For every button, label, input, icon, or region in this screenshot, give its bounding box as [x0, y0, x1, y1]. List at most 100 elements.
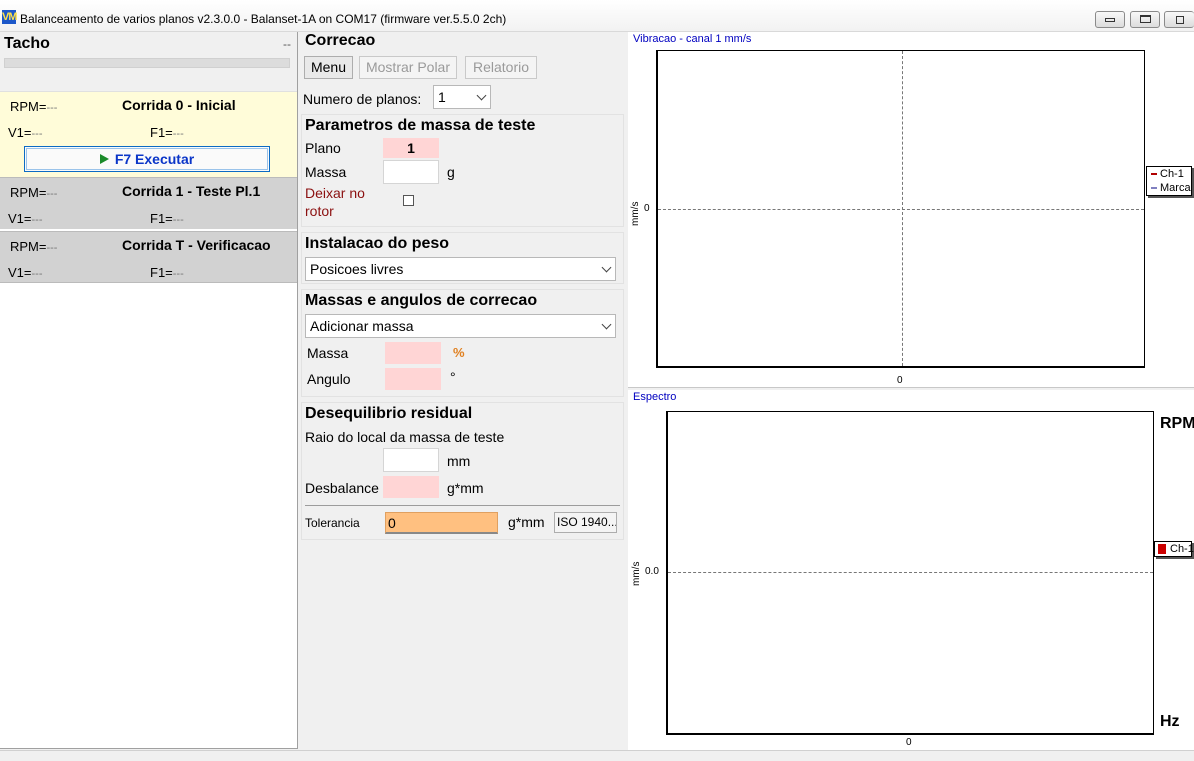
chevron-down-icon	[601, 262, 612, 273]
execute-label: F7 Executar	[114, 151, 195, 167]
vibration-x-tick: 0	[897, 375, 903, 386]
planes-select-value: 1	[438, 89, 446, 105]
chevron-down-icon	[601, 319, 612, 330]
plane-value: 1	[383, 138, 439, 158]
run-t-f1: F1=---	[150, 265, 184, 280]
legend-swatch	[1151, 173, 1157, 175]
show-polar-button[interactable]: Mostrar Polar	[359, 56, 457, 79]
menu-button[interactable]: Menu	[304, 56, 353, 79]
run-t-block[interactable]: RPM=--- Corrida T - Verificacao V1=--- F…	[0, 231, 297, 283]
run-0-v1: V1=---	[8, 125, 43, 140]
minimize-button[interactable]	[1095, 11, 1125, 28]
maximize-icon	[1139, 15, 1151, 23]
run-1-f1: F1=---	[150, 211, 184, 226]
window-title: Balanceamento de varios planos v2.3.0.0 …	[20, 12, 507, 26]
residual-separator	[305, 505, 620, 506]
play-icon	[99, 154, 109, 164]
correction-angle-value	[385, 368, 441, 390]
test-mass-input[interactable]	[383, 160, 439, 184]
vibration-y-label: mm/s	[630, 201, 641, 226]
planes-label: Numero de planos:	[303, 91, 422, 107]
residual-unbalance-group: Desequilibrio residual Raio do local da …	[301, 402, 624, 540]
legend-item-ch1: Ch-1	[1155, 542, 1194, 556]
spectrum-rpm-label: RPM	[1160, 415, 1194, 432]
run-1-title: Corrida 1 - Teste Pl.1	[122, 183, 261, 199]
run-1-v1: V1=---	[8, 211, 43, 226]
spectrum-legend: Ch-1	[1154, 541, 1194, 557]
vibration-zero-gridline	[658, 209, 1144, 210]
correction-angle-label: Angulo	[307, 371, 351, 387]
radius-unit: mm	[447, 453, 471, 469]
unbalance-value	[383, 476, 439, 498]
tolerance-label: Tolerancia	[305, 516, 360, 530]
tolerance-input[interactable]: 0	[385, 512, 498, 534]
chevron-down-icon	[476, 90, 487, 101]
status-bar	[0, 750, 1194, 761]
legend-swatch	[1158, 544, 1166, 554]
vibration-y-tick: 0	[644, 203, 650, 214]
runs-panel: Tacho -- RPM=--- Corrida 0 - Inicial V1=…	[0, 32, 298, 749]
unbalance-unit: g*mm	[447, 480, 484, 496]
execute-button[interactable]: F7 Executar	[24, 146, 270, 172]
correction-mass-value	[385, 342, 441, 364]
radius-label: Raio do local da massa de teste	[305, 429, 505, 445]
spectrum-y-label: mm/s	[631, 561, 642, 586]
legend-item-ch1: Ch-1	[1147, 167, 1191, 181]
spectrum-y-tick: 0.0	[645, 566, 659, 577]
report-button[interactable]: Relatorio	[465, 56, 537, 79]
vibration-chart-title: Vibracao - canal 1 mm/s	[633, 33, 752, 45]
radius-input[interactable]	[383, 448, 439, 472]
close-button[interactable]	[1164, 11, 1194, 28]
run-t-rpm: RPM=---	[10, 239, 58, 254]
tacho-title: Tacho	[4, 35, 50, 52]
run-0-block[interactable]: RPM=--- Corrida 0 - Inicial V1=--- F1=--…	[0, 91, 297, 177]
legend-item-marca: Marca	[1147, 181, 1191, 195]
test-mass-group: Parametros de massa de teste Plano 1 Mas…	[301, 114, 624, 227]
tacho-header: Tacho --	[0, 32, 297, 92]
test-mass-title: Parametros de massa de teste	[305, 117, 536, 134]
title-bar: VM Balanceamento de varios planos v2.3.0…	[0, 0, 1194, 32]
vibration-center-gridline	[902, 51, 903, 366]
correction-mass-unit: %	[453, 345, 465, 360]
correction-mass-label: Massa	[307, 345, 349, 361]
weight-install-value: Posicoes livres	[310, 261, 404, 277]
leave-on-rotor-label-1: Deixar no	[305, 185, 365, 201]
leave-on-rotor-label-2: rotor	[305, 203, 334, 219]
spectrum-chart: Espectro mm/s 0.0 0 RPM Hz Ch-1	[628, 390, 1194, 750]
residual-title: Desequilibrio residual	[305, 405, 473, 422]
weight-install-select[interactable]: Posicoes livres	[305, 257, 616, 281]
run-0-f1: F1=---	[150, 125, 184, 140]
test-mass-unit: g	[447, 164, 455, 180]
minimize-icon	[1105, 18, 1115, 22]
run-0-rpm: RPM=---	[10, 99, 58, 114]
run-t-title: Corrida T - Verificacao	[122, 237, 271, 253]
correction-masses-group: Massas e angulos de correcao Adicionar m…	[301, 289, 624, 397]
correction-panel: Correcao Menu Mostrar Polar Relatorio Nu…	[299, 32, 627, 749]
planes-select[interactable]: 1	[433, 85, 491, 109]
run-0-title: Corrida 0 - Inicial	[122, 97, 236, 113]
spectrum-x-tick: 0	[906, 737, 912, 748]
spectrum-zero-gridline	[668, 572, 1153, 573]
iso-1940-button[interactable]: ISO 1940...	[554, 512, 617, 533]
correction-mode-select[interactable]: Adicionar massa	[305, 314, 616, 338]
vibration-chart: Vibracao - canal 1 mm/s mm/s 0 0 Ch-1 Ma…	[628, 32, 1194, 387]
plane-label: Plano	[305, 140, 341, 156]
leave-on-rotor-checkbox[interactable]	[403, 195, 414, 206]
maximize-button[interactable]	[1130, 11, 1160, 28]
correction-angle-unit: °	[450, 369, 456, 385]
app-icon: VM	[2, 10, 18, 24]
unbalance-label: Desbalance	[305, 480, 379, 496]
test-mass-label: Massa	[305, 164, 347, 180]
legend-swatch	[1151, 187, 1157, 189]
tacho-value: --	[283, 37, 291, 51]
vibration-plot-area	[656, 50, 1145, 368]
spectrum-hz-label: Hz	[1160, 713, 1180, 730]
spectrum-plot-area	[666, 411, 1154, 735]
weight-install-group: Instalacao do peso Posicoes livres	[301, 232, 624, 284]
correction-title: Correcao	[305, 32, 376, 49]
run-1-block[interactable]: RPM=--- Corrida 1 - Teste Pl.1 V1=--- F1…	[0, 177, 297, 229]
run-t-v1: V1=---	[8, 265, 43, 280]
weight-install-title: Instalacao do peso	[305, 235, 450, 252]
correction-masses-title: Massas e angulos de correcao	[305, 292, 538, 309]
tolerance-unit: g*mm	[508, 514, 545, 530]
